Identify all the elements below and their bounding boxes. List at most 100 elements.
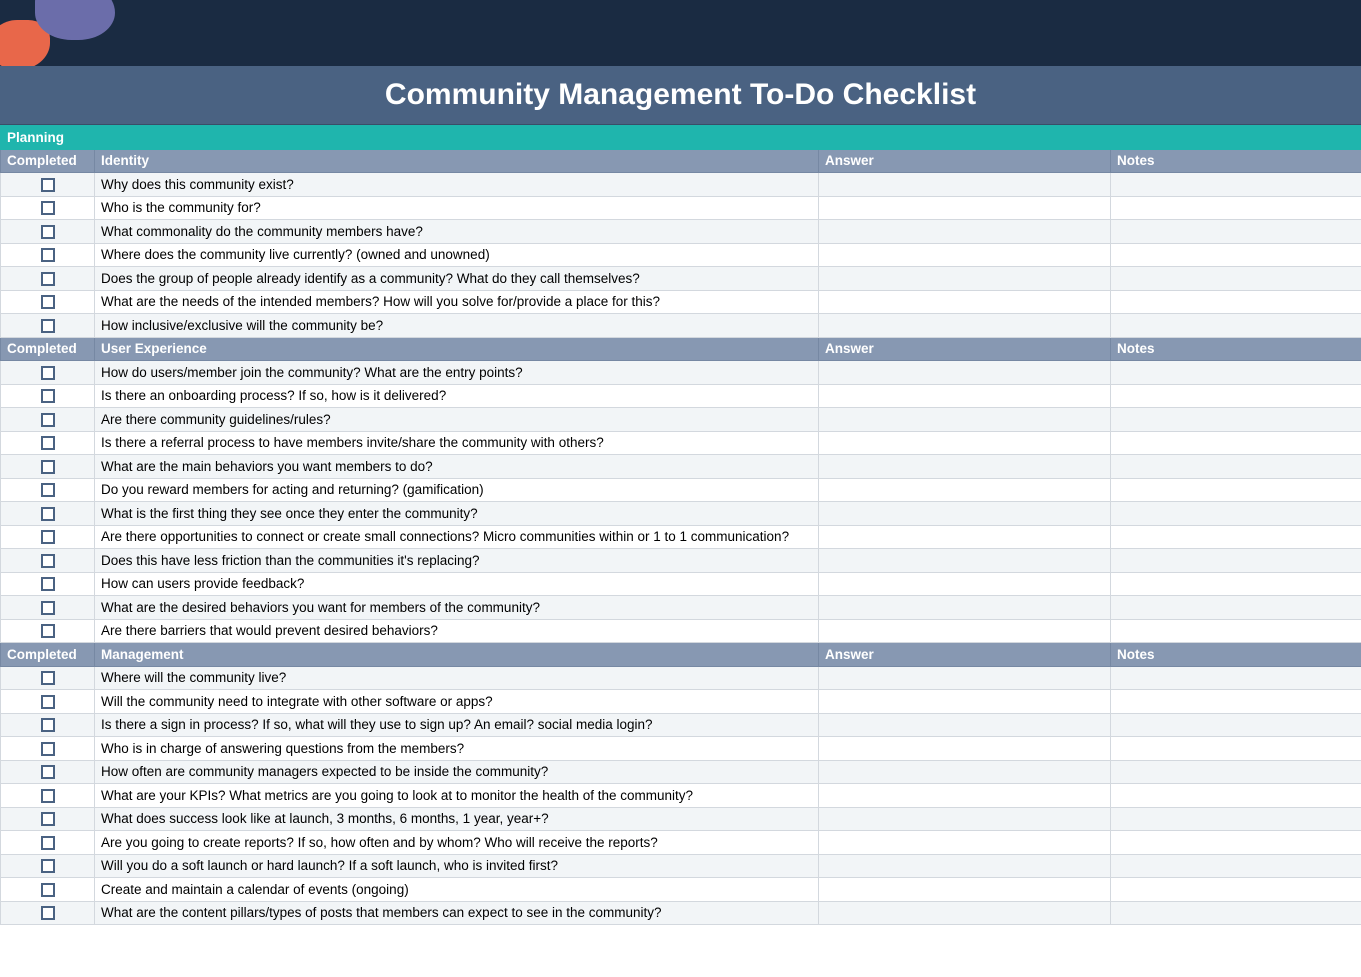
notes-cell[interactable]: [1111, 243, 1361, 267]
checkbox[interactable]: [41, 389, 55, 403]
checkbox[interactable]: [41, 436, 55, 450]
checkbox[interactable]: [41, 319, 55, 333]
answer-cell[interactable]: [819, 666, 1111, 690]
checkbox[interactable]: [41, 671, 55, 685]
answer-cell[interactable]: [819, 572, 1111, 596]
answer-cell[interactable]: [819, 525, 1111, 549]
answer-cell[interactable]: [819, 878, 1111, 902]
notes-cell[interactable]: [1111, 408, 1361, 432]
completed-cell: [1, 384, 95, 408]
checkbox[interactable]: [41, 577, 55, 591]
notes-cell[interactable]: [1111, 572, 1361, 596]
checkbox[interactable]: [41, 483, 55, 497]
question-cell: Is there a sign in process? If so, what …: [95, 713, 819, 737]
table-row: Who is in charge of answering questions …: [1, 737, 1361, 761]
notes-cell[interactable]: [1111, 784, 1361, 808]
answer-cell[interactable]: [819, 267, 1111, 291]
checkbox[interactable]: [41, 201, 55, 215]
notes-cell[interactable]: [1111, 478, 1361, 502]
notes-cell[interactable]: [1111, 854, 1361, 878]
answer-cell[interactable]: [819, 713, 1111, 737]
notes-cell[interactable]: [1111, 384, 1361, 408]
answer-cell[interactable]: [819, 196, 1111, 220]
checkbox[interactable]: [41, 883, 55, 897]
notes-cell[interactable]: [1111, 878, 1361, 902]
checkbox[interactable]: [41, 695, 55, 709]
answer-cell[interactable]: [819, 737, 1111, 761]
answer-cell[interactable]: [819, 220, 1111, 244]
column-header-notes: Notes: [1111, 643, 1361, 667]
answer-cell[interactable]: [819, 243, 1111, 267]
answer-cell[interactable]: [819, 408, 1111, 432]
notes-cell[interactable]: [1111, 361, 1361, 385]
checkbox[interactable]: [41, 248, 55, 262]
checkbox[interactable]: [41, 272, 55, 286]
checkbox[interactable]: [41, 624, 55, 638]
notes-cell[interactable]: [1111, 690, 1361, 714]
checkbox[interactable]: [41, 460, 55, 474]
answer-cell[interactable]: [819, 831, 1111, 855]
notes-cell[interactable]: [1111, 760, 1361, 784]
completed-cell: [1, 361, 95, 385]
checkbox[interactable]: [41, 718, 55, 732]
notes-cell[interactable]: [1111, 431, 1361, 455]
notes-cell[interactable]: [1111, 901, 1361, 925]
checkbox[interactable]: [41, 178, 55, 192]
answer-cell[interactable]: [819, 619, 1111, 643]
answer-cell[interactable]: [819, 549, 1111, 573]
answer-cell[interactable]: [819, 784, 1111, 808]
answer-cell[interactable]: [819, 361, 1111, 385]
notes-cell[interactable]: [1111, 619, 1361, 643]
notes-cell[interactable]: [1111, 807, 1361, 831]
answer-cell[interactable]: [819, 596, 1111, 620]
checkbox[interactable]: [41, 295, 55, 309]
checkbox[interactable]: [41, 742, 55, 756]
checkbox[interactable]: [41, 530, 55, 544]
notes-cell[interactable]: [1111, 455, 1361, 479]
section-row-planning: Planning: [1, 126, 1361, 150]
notes-cell[interactable]: [1111, 525, 1361, 549]
checkbox[interactable]: [41, 601, 55, 615]
answer-cell[interactable]: [819, 431, 1111, 455]
checkbox[interactable]: [41, 789, 55, 803]
table-row: What commonality do the community member…: [1, 220, 1361, 244]
answer-cell[interactable]: [819, 807, 1111, 831]
answer-cell[interactable]: [819, 290, 1111, 314]
answer-cell[interactable]: [819, 760, 1111, 784]
completed-cell: [1, 854, 95, 878]
checkbox[interactable]: [41, 225, 55, 239]
notes-cell[interactable]: [1111, 831, 1361, 855]
answer-cell[interactable]: [819, 384, 1111, 408]
notes-cell[interactable]: [1111, 713, 1361, 737]
notes-cell[interactable]: [1111, 220, 1361, 244]
notes-cell[interactable]: [1111, 267, 1361, 291]
answer-cell[interactable]: [819, 314, 1111, 338]
checkbox[interactable]: [41, 765, 55, 779]
answer-cell[interactable]: [819, 502, 1111, 526]
notes-cell[interactable]: [1111, 196, 1361, 220]
checkbox[interactable]: [41, 366, 55, 380]
checkbox[interactable]: [41, 812, 55, 826]
notes-cell[interactable]: [1111, 666, 1361, 690]
notes-cell[interactable]: [1111, 502, 1361, 526]
question-cell: Will you do a soft launch or hard launch…: [95, 854, 819, 878]
notes-cell[interactable]: [1111, 314, 1361, 338]
answer-cell[interactable]: [819, 690, 1111, 714]
checkbox[interactable]: [41, 859, 55, 873]
answer-cell[interactable]: [819, 173, 1111, 197]
answer-cell[interactable]: [819, 478, 1111, 502]
answer-cell[interactable]: [819, 901, 1111, 925]
notes-cell[interactable]: [1111, 737, 1361, 761]
checkbox[interactable]: [41, 413, 55, 427]
notes-cell[interactable]: [1111, 173, 1361, 197]
checkbox[interactable]: [41, 554, 55, 568]
answer-cell[interactable]: [819, 854, 1111, 878]
notes-cell[interactable]: [1111, 549, 1361, 573]
table-row: How can users provide feedback?: [1, 572, 1361, 596]
answer-cell[interactable]: [819, 455, 1111, 479]
notes-cell[interactable]: [1111, 290, 1361, 314]
checkbox[interactable]: [41, 836, 55, 850]
checkbox[interactable]: [41, 906, 55, 920]
notes-cell[interactable]: [1111, 596, 1361, 620]
checkbox[interactable]: [41, 507, 55, 521]
